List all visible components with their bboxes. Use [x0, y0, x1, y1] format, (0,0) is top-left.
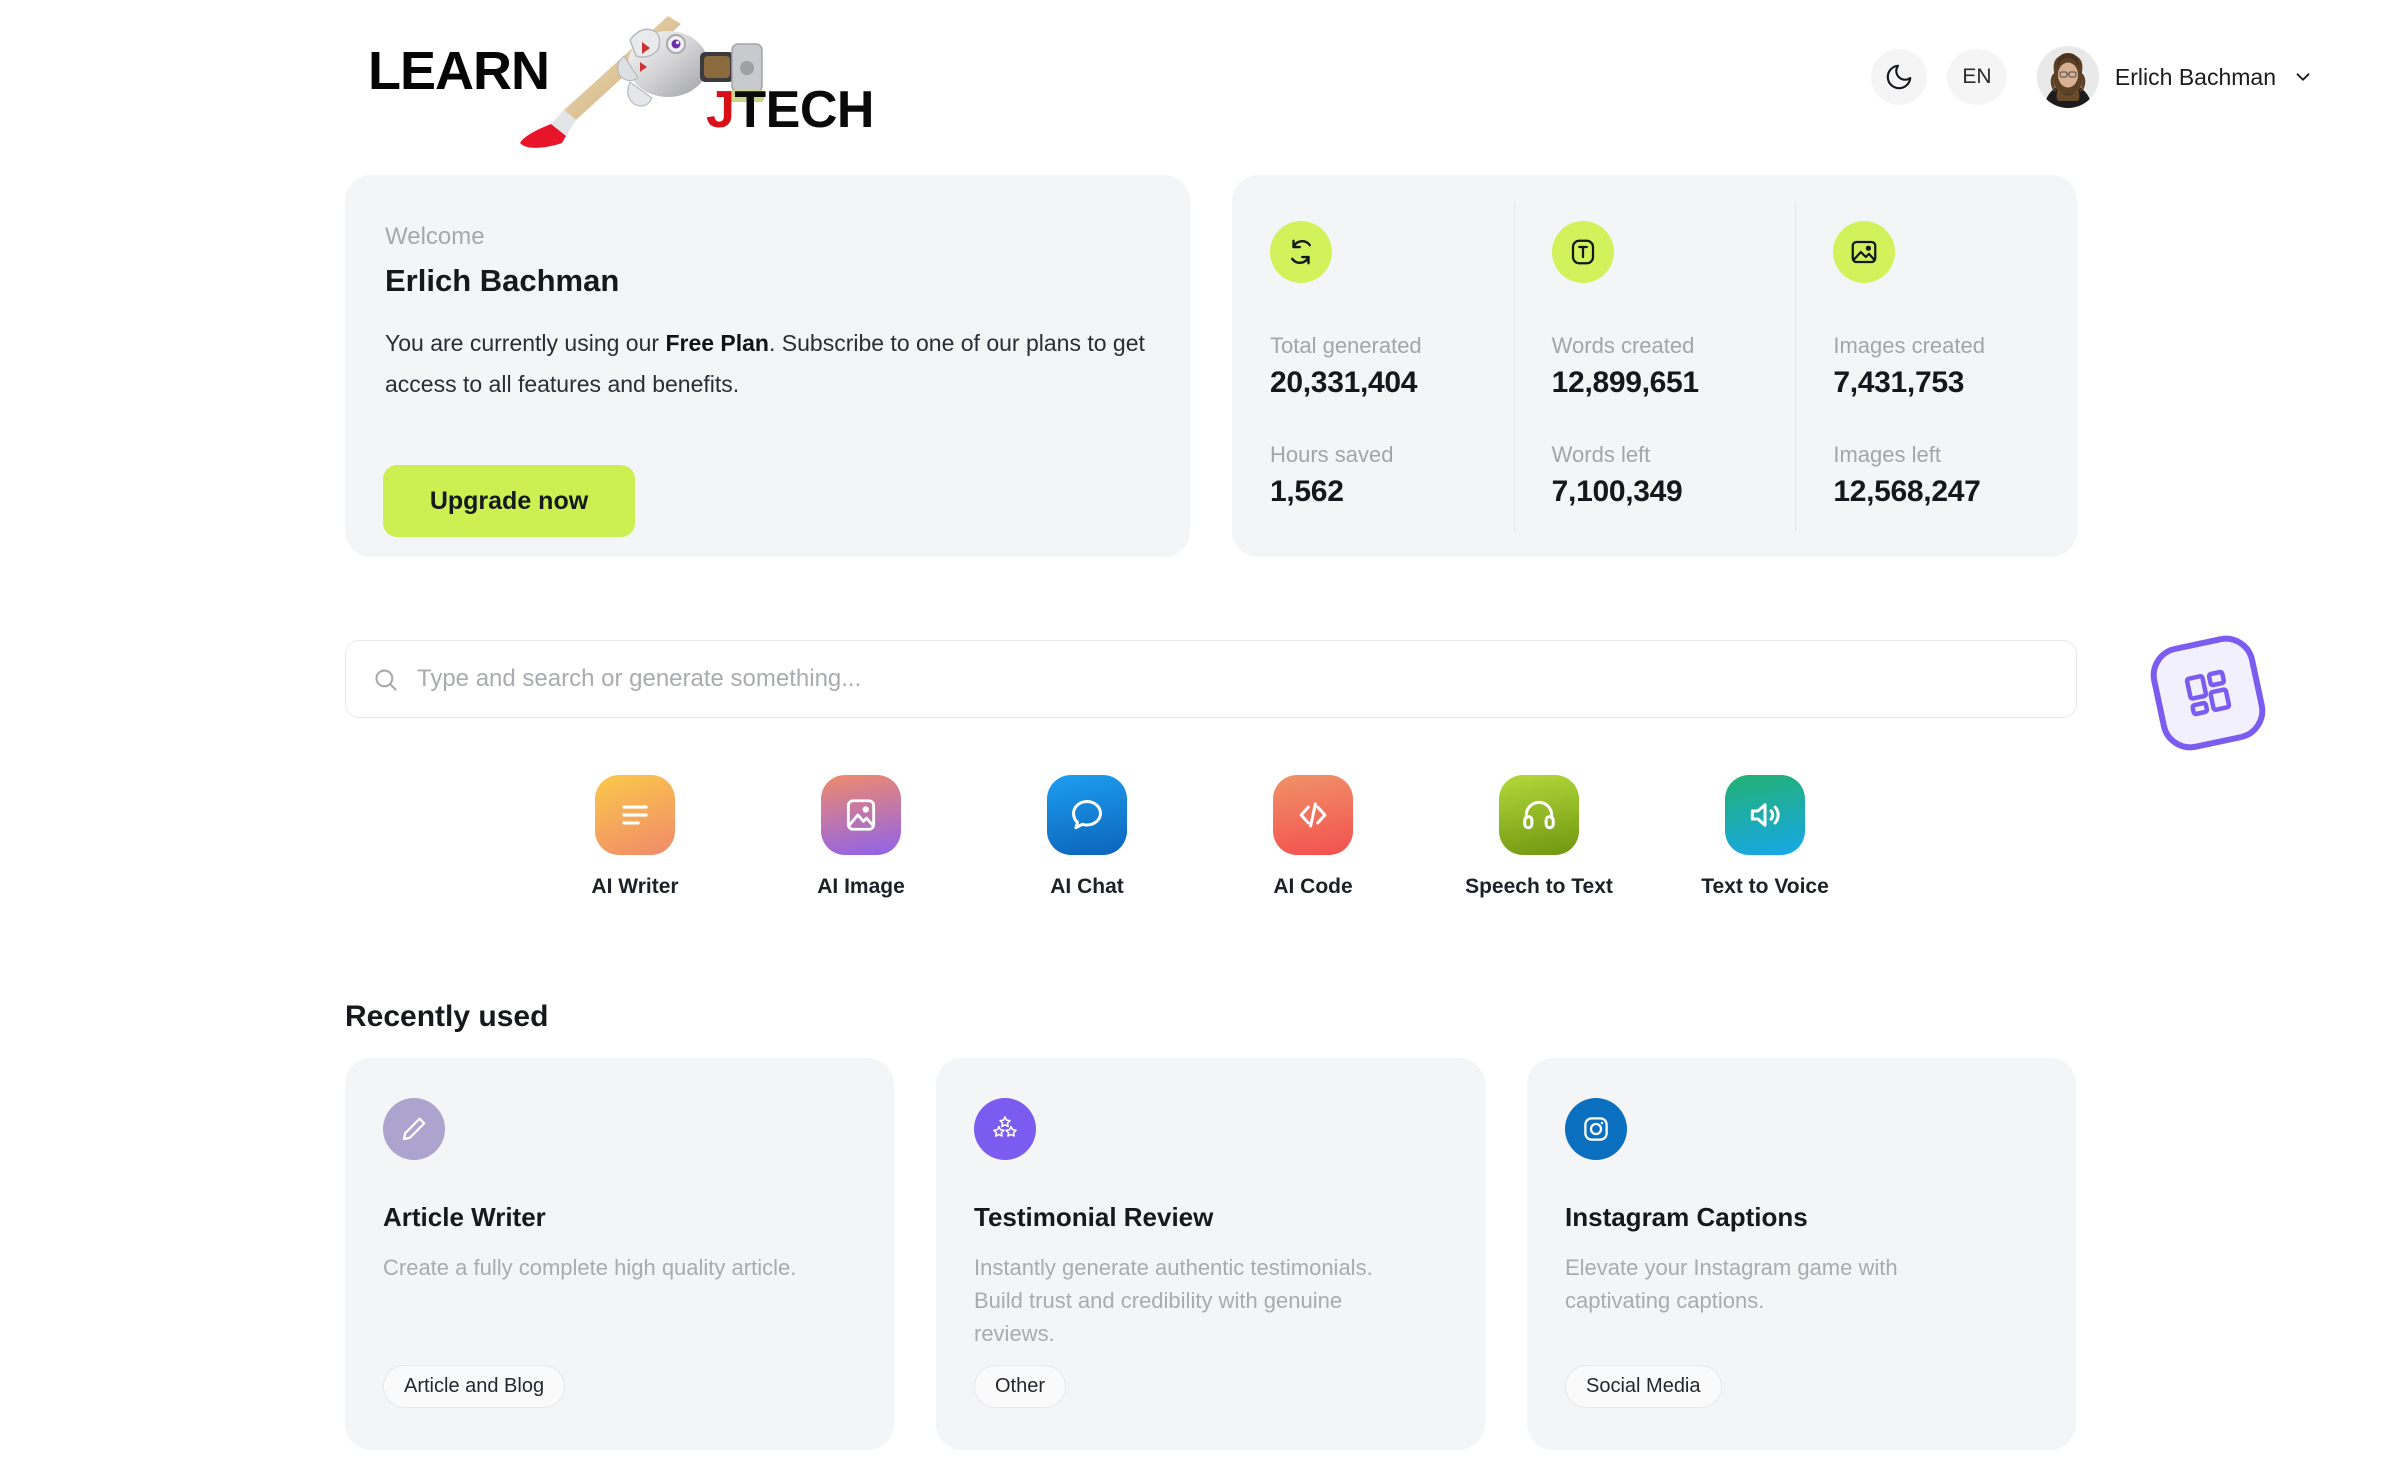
plan-name: Free Plan	[665, 330, 769, 356]
card-icon-wrapper	[1565, 1098, 1627, 1160]
search-bar[interactable]	[345, 640, 2077, 718]
card-title: Testimonial Review	[974, 1202, 1214, 1232]
user-name-label: Erlich Bachman	[2114, 63, 2276, 90]
card-title: Article Writer	[383, 1202, 546, 1232]
stat-value-secondary: 1,562	[1270, 475, 1344, 508]
card-icon-wrapper	[383, 1098, 445, 1160]
tool-icon-wrapper	[1273, 775, 1353, 855]
stat-value: 12,899,651	[1551, 366, 1699, 399]
tool-icon-wrapper	[1725, 775, 1805, 855]
upgrade-now-button[interactable]: Upgrade now	[383, 465, 635, 537]
stat-value-secondary: 12,568,247	[1833, 475, 1981, 508]
stat-column-images-created: Images created 7,431,753 Images left 12,…	[1795, 175, 2077, 557]
logo-text-tech: TECH	[734, 81, 874, 139]
plan-text-before: You are currently using our	[385, 330, 666, 356]
language-button[interactable]: EN	[1946, 49, 2007, 105]
search-icon	[375, 668, 397, 691]
user-menu[interactable]: Erlich Bachman	[2036, 46, 2314, 108]
image-icon	[846, 799, 876, 831]
card-icon-wrapper	[974, 1098, 1036, 1160]
image-icon	[1851, 240, 1877, 264]
stat-icon-wrapper	[1833, 221, 1896, 283]
tool-ai-code[interactable]: AI Code	[1218, 775, 1408, 899]
tool-label: Speech to Text	[1465, 875, 1613, 898]
tool-icon-wrapper	[1047, 775, 1127, 855]
header-actions: EN Erlich Bachman	[1870, 46, 2314, 108]
card-tag: Article and Blog	[383, 1365, 566, 1408]
avatar-photo	[2036, 46, 2099, 108]
stat-icon-wrapper	[1270, 221, 1332, 283]
tools-row: AI Writer AI Image AI Chat AI Code Speec…	[540, 775, 1860, 899]
welcome-user-name: Erlich Bachman	[385, 263, 620, 298]
list-item[interactable]: Testimonial Review Instantly generate au…	[936, 1058, 1485, 1450]
stat-label: Images created	[1833, 333, 1985, 358]
brand-logo[interactable]: LEARN JTECH	[368, 12, 898, 152]
tool-label: AI Code	[1273, 875, 1353, 898]
tool-label: AI Writer	[591, 875, 679, 898]
floating-apps-widget-button[interactable]	[2145, 630, 2271, 756]
speaker-icon	[1750, 803, 1780, 827]
app-header: LEARN JTECH EN Erlich Bachman	[0, 0, 2400, 160]
grid-dashboard-icon	[2184, 669, 2232, 717]
card-description: Create a fully complete high quality art…	[383, 1255, 797, 1280]
list-item[interactable]: Article Writer Create a fully complete h…	[345, 1058, 894, 1450]
stat-value: 7,431,753	[1833, 366, 1965, 399]
avatar	[2036, 46, 2099, 108]
tool-speech-to-text[interactable]: Speech to Text	[1444, 775, 1634, 899]
stats-card: Total generated 20,331,404 Hours saved 1…	[1232, 175, 2077, 557]
card-tag: Other	[974, 1365, 1067, 1408]
tool-label: AI Image	[817, 875, 905, 898]
logo-text-jtech: JTECH	[706, 80, 874, 140]
chevron-down-icon	[2296, 73, 2310, 81]
tool-icon-wrapper	[1499, 775, 1579, 855]
stat-label: Words created	[1551, 333, 1695, 358]
tool-icon-wrapper	[595, 775, 675, 855]
text-box-icon	[1571, 239, 1594, 265]
pencil-icon	[402, 1117, 426, 1141]
tool-ai-writer[interactable]: AI Writer	[540, 775, 730, 899]
search-input[interactable]	[417, 665, 2050, 693]
theme-toggle-button[interactable]	[1870, 49, 1927, 105]
tool-label: Text to Voice	[1701, 875, 1829, 898]
headphones-icon	[1523, 800, 1555, 830]
stat-label-secondary: Hours saved	[1270, 442, 1394, 467]
instagram-icon	[1584, 1117, 1608, 1141]
list-item[interactable]: Instagram Captions Elevate your Instagra…	[1527, 1058, 2076, 1450]
card-title: Instagram Captions	[1565, 1202, 1808, 1232]
refresh-cycle-icon	[1291, 239, 1311, 265]
moon-icon	[1886, 64, 1912, 90]
card-description: Elevate your Instagram game with captiva…	[1565, 1255, 1898, 1313]
stat-label-secondary: Images left	[1833, 442, 1941, 467]
text-lines-icon	[622, 805, 648, 825]
welcome-card: Welcome Erlich Bachman You are currently…	[345, 175, 1190, 557]
dashboard-page: LEARN JTECH EN Erlich Bachman Welcome Er…	[0, 0, 2400, 1480]
stat-label-secondary: Words left	[1551, 442, 1651, 467]
tool-ai-chat[interactable]: AI Chat	[992, 775, 1182, 899]
tool-text-to-voice[interactable]: Text to Voice	[1670, 775, 1860, 899]
tool-ai-image[interactable]: AI Image	[766, 775, 956, 899]
tool-label: AI Chat	[1050, 875, 1124, 898]
stat-label: Total generated	[1270, 333, 1422, 358]
logo-letter-j: J	[706, 81, 735, 139]
stat-value: 20,331,404	[1270, 366, 1418, 399]
stat-column-total-generated: Total generated 20,331,404 Hours saved 1…	[1232, 175, 1514, 557]
tool-icon-wrapper	[821, 775, 901, 855]
card-tag: Social Media	[1565, 1365, 1722, 1408]
chat-bubble-icon	[1072, 800, 1102, 830]
recently-used-list: Article Writer Create a fully complete h…	[345, 1058, 2077, 1450]
page-title: Recently used	[345, 1000, 549, 1033]
welcome-label: Welcome	[385, 223, 485, 250]
three-stars-icon	[993, 1116, 1017, 1137]
stat-icon-wrapper	[1551, 221, 1614, 283]
card-description: Instantly generate authentic testimonial…	[974, 1255, 1373, 1346]
plan-description: You are currently using our Free Plan. S…	[385, 323, 1145, 405]
stat-column-words-created: Words created 12,899,651 Words left 7,10…	[1513, 175, 1796, 557]
code-brackets-icon	[1299, 802, 1327, 828]
stat-value-secondary: 7,100,349	[1551, 475, 1683, 508]
